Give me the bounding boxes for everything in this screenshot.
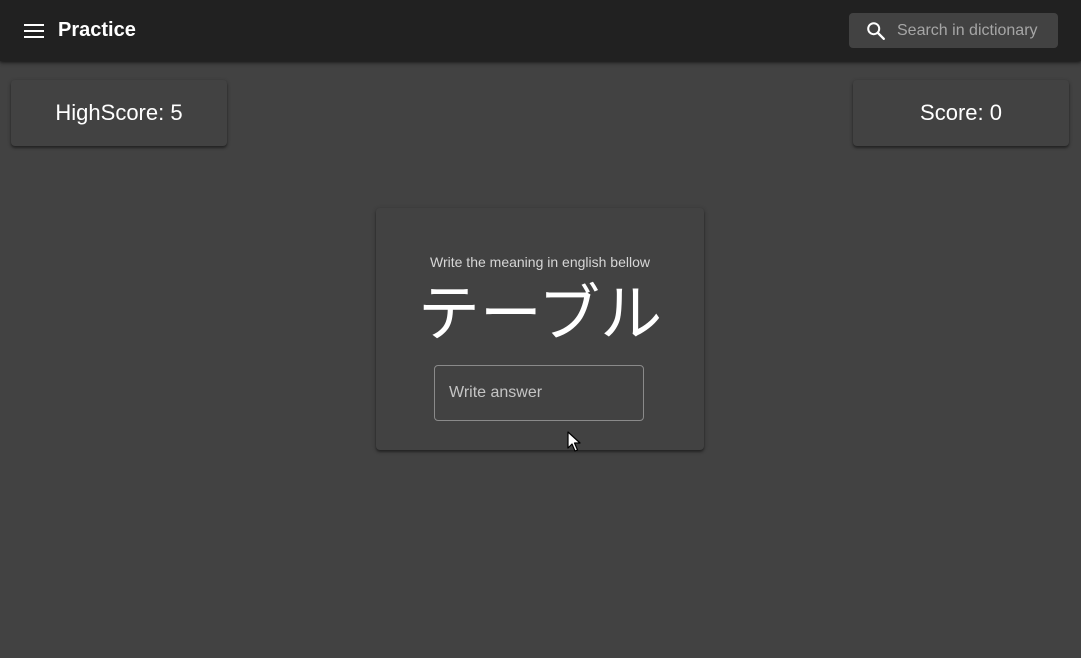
menu-button[interactable] — [14, 11, 54, 51]
page-title: Practice — [58, 19, 136, 41]
practice-word: テーブル — [417, 277, 663, 350]
score-label: Score: 0 — [920, 100, 1002, 125]
search-input[interactable] — [897, 13, 1053, 48]
app-bar: Practice — [0, 0, 1081, 61]
menu-icon — [24, 24, 44, 38]
search-box[interactable] — [849, 13, 1058, 48]
mouse-pointer-icon — [567, 431, 581, 452]
instruction-text: Write the meaning in english bellow — [430, 254, 650, 270]
search-icon — [867, 22, 885, 40]
score-card: Score: 0 — [853, 80, 1069, 146]
practice-card: Write the meaning in english bellow テーブル — [376, 208, 704, 450]
answer-field[interactable] — [434, 365, 644, 421]
answer-input[interactable] — [449, 366, 629, 420]
highscore-card: HighScore: 5 — [11, 80, 227, 146]
highscore-label: HighScore: 5 — [55, 100, 183, 125]
